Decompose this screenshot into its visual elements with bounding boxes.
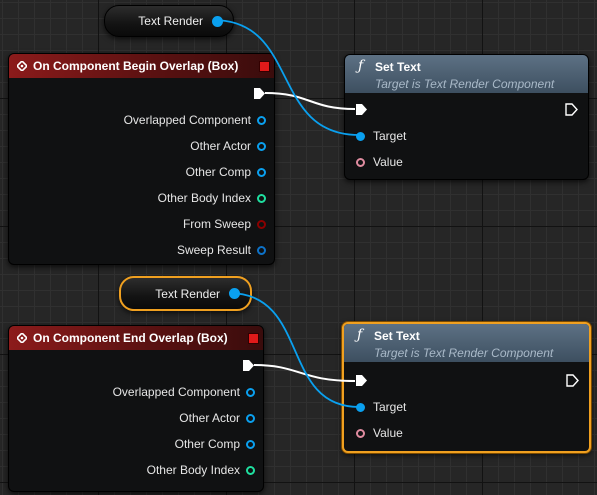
exec-out-pin-icon[interactable] — [565, 103, 578, 116]
function-title: Set Text — [374, 329, 420, 343]
object-pin-icon[interactable] — [356, 402, 365, 412]
text-pin-icon[interactable] — [356, 428, 365, 438]
function-header: ƒ Set Text Target is Text Render Compone… — [345, 55, 588, 93]
object-pin-icon[interactable] — [246, 387, 255, 397]
function-subtitle: Target is Text Render Component — [374, 346, 554, 360]
pin-label: Sweep Result — [176, 243, 251, 257]
int-pin-icon[interactable] — [257, 193, 266, 203]
int-pin-icon[interactable] — [246, 465, 255, 475]
text-render-variable-node[interactable]: Text Render — [104, 5, 234, 37]
pin-label: Target — [373, 400, 407, 414]
function-title: Set Text — [375, 60, 421, 74]
output-pin-row[interactable]: Sweep Result — [177, 241, 266, 259]
output-pin-row[interactable]: Other Actor — [179, 409, 255, 427]
output-pin-row[interactable]: Other Body Index — [147, 461, 255, 479]
event-diamond-icon — [17, 333, 27, 343]
pin-label: Target — [373, 129, 407, 143]
object-pin-icon[interactable] — [257, 167, 266, 177]
object-pin-icon[interactable] — [246, 439, 255, 449]
end-overlap-event-node[interactable]: On Component End Overlap (Box) Overlappe… — [8, 325, 264, 492]
pin-label: Overlapped Component — [123, 113, 251, 127]
pin-label: From Sweep — [182, 217, 251, 231]
pin-label: Other Body Index — [157, 191, 251, 205]
exec-in-pin-icon[interactable] — [355, 103, 368, 116]
exec-in-pin-icon[interactable] — [355, 374, 368, 387]
pin-label: Overlapped Component — [112, 385, 240, 399]
object-pin-icon[interactable] — [229, 288, 240, 299]
pin-label: Other Comp — [174, 437, 240, 451]
close-square-icon — [259, 61, 270, 72]
exec-out-pin-icon[interactable] — [253, 87, 266, 100]
struct-pin-icon[interactable] — [257, 245, 266, 255]
event-title: On Component Begin Overlap (Box) — [33, 59, 239, 73]
pin-label: Other Actor — [190, 139, 251, 153]
function-header: ƒ Set Text Target is Text Render Compone… — [344, 324, 589, 362]
text-render-variable-node-selected[interactable]: Text Render — [119, 276, 252, 311]
bool-pin-icon[interactable] — [257, 219, 266, 229]
text-pin-icon[interactable] — [356, 157, 365, 167]
set-text-node-selected[interactable]: ƒ Set Text Target is Text Render Compone… — [342, 322, 591, 453]
output-pin-row[interactable]: Other Comp — [186, 163, 266, 181]
object-pin-icon[interactable] — [356, 131, 365, 141]
close-square-icon — [248, 333, 259, 344]
output-pin-row[interactable]: Other Comp — [175, 435, 255, 453]
input-pin-row[interactable]: Value — [356, 153, 403, 171]
output-pin-row[interactable]: Other Actor — [190, 137, 266, 155]
pin-label: Value — [373, 155, 403, 169]
set-text-node[interactable]: ƒ Set Text Target is Text Render Compone… — [344, 54, 589, 180]
output-pin-row[interactable]: From Sweep — [183, 215, 266, 233]
pin-label: Other Actor — [179, 411, 240, 425]
begin-overlap-event-node[interactable]: On Component Begin Overlap (Box) Overlap… — [8, 53, 275, 265]
input-pin-row[interactable]: Value — [356, 424, 403, 442]
object-pin-icon[interactable] — [257, 141, 266, 151]
object-pin-icon[interactable] — [257, 115, 266, 125]
exec-wire-begin[interactable] — [264, 92, 356, 110]
object-pin-icon[interactable] — [246, 413, 255, 423]
exec-out-pin-icon[interactable] — [242, 359, 255, 372]
output-pin-row[interactable]: Overlapped Component — [113, 383, 255, 401]
input-pin-row[interactable]: Target — [356, 127, 406, 145]
output-pin-row[interactable]: Overlapped Component — [124, 111, 266, 129]
input-pin-row[interactable]: Target — [356, 398, 406, 416]
function-icon: ƒ — [358, 58, 364, 74]
pin-label: Other Comp — [185, 165, 251, 179]
event-title: On Component End Overlap (Box) — [33, 331, 228, 345]
event-header: On Component End Overlap (Box) — [9, 326, 263, 350]
function-icon: ƒ — [357, 327, 363, 343]
object-pin-icon[interactable] — [212, 15, 223, 27]
event-header: On Component Begin Overlap (Box) — [9, 54, 274, 78]
pin-label: Other Body Index — [146, 463, 240, 477]
exec-wire-end[interactable] — [253, 364, 356, 382]
exec-out-pin-icon[interactable] — [566, 374, 579, 387]
event-diamond-icon — [17, 61, 27, 71]
output-pin-row[interactable]: Other Body Index — [158, 189, 266, 207]
var-node-label: Text Render — [155, 286, 220, 301]
var-node-label: Text Render — [138, 14, 203, 28]
function-subtitle: Target is Text Render Component — [375, 77, 555, 91]
pin-label: Value — [373, 426, 403, 440]
